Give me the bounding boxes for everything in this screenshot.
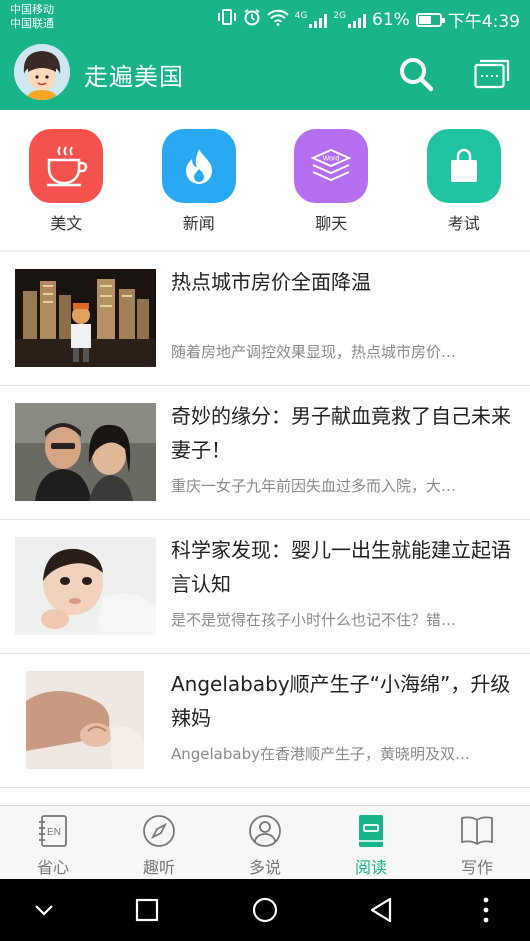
article-list: 热点城市房价全面降温 随着房地产调控效果显现，热点城市房价… 奇妙的缘分：男子献… bbox=[0, 252, 530, 788]
more-button[interactable] bbox=[470, 894, 502, 926]
article-title: 科学家发现：婴儿一出生就能建立起语言认知 bbox=[171, 538, 511, 596]
article-title: Angelababy顺产生子“小海绵”，升级辣妈 bbox=[171, 672, 511, 730]
category-row: 美文 新闻 Word 聊天 考试 bbox=[0, 110, 530, 250]
coffee-cup-icon bbox=[47, 146, 88, 187]
back-button[interactable] bbox=[366, 894, 398, 926]
flame-icon bbox=[185, 149, 212, 184]
article-title: 奇妙的缘分：男子献血竟救了自己未来妻子！ bbox=[171, 404, 511, 462]
nav-label: 趣听 bbox=[142, 858, 175, 877]
article-thumbnail-baby bbox=[15, 537, 156, 635]
status-bar: 中国移动 中国联通 4G 2G 61% 下午4:39 bbox=[0, 0, 530, 35]
avatar[interactable] bbox=[14, 44, 70, 100]
article-summary: Angelababy在香港顺产生子，黄晓明及双… bbox=[171, 745, 470, 763]
nav-label: 多说 bbox=[248, 858, 281, 877]
home-button[interactable] bbox=[249, 894, 281, 926]
search-icon bbox=[400, 58, 434, 92]
article-summary: 是不是觉得在孩子小时什么也记不住？错… bbox=[171, 611, 457, 629]
category-kaoshi[interactable]: 考试 bbox=[398, 110, 530, 250]
windows-button[interactable] bbox=[474, 59, 510, 89]
app-title: 走遍美国 bbox=[84, 63, 184, 91]
shopping-bag-icon bbox=[450, 148, 477, 182]
category-label: 考试 bbox=[447, 214, 480, 233]
home-icon bbox=[252, 897, 278, 923]
system-nav-bar bbox=[0, 879, 530, 941]
battery-percent: 61% bbox=[372, 9, 410, 30]
carrier-1: 中国移动 bbox=[10, 3, 54, 16]
signal-2-icon bbox=[348, 12, 367, 28]
window-icon bbox=[474, 59, 510, 89]
person-icon bbox=[249, 815, 281, 847]
word-stack-icon: Word bbox=[310, 148, 352, 182]
article-item[interactable]: 科学家发现：婴儿一出生就能建立起语言认知 是不是觉得在孩子小时什么也记不住？错… bbox=[0, 520, 530, 654]
article-item[interactable]: Angelababy顺产生子“小海绵”，升级辣妈 Angelababy在香港顺产… bbox=[0, 654, 530, 788]
alarm-icon bbox=[243, 8, 261, 31]
nav-item-xiezuo[interactable]: 写作 bbox=[424, 806, 530, 880]
battery-icon bbox=[415, 12, 445, 27]
more-icon bbox=[483, 897, 489, 923]
carrier-2: 中国联通 bbox=[10, 17, 54, 30]
category-icon-box bbox=[29, 129, 103, 203]
article-item[interactable]: 奇妙的缘分：男子献血竟救了自己未来妻子！ 重庆一女子九年前因失血过多而入院，大… bbox=[0, 386, 530, 520]
nav-item-shengxin[interactable]: EN 省心 bbox=[0, 806, 106, 880]
nav-label: 省心 bbox=[36, 858, 69, 877]
collapse-icon bbox=[35, 905, 53, 916]
category-label: 新闻 bbox=[182, 214, 215, 233]
nav-item-quting[interactable]: 趣听 bbox=[106, 806, 212, 880]
category-xinwen[interactable]: 新闻 bbox=[133, 110, 266, 250]
category-icon-box bbox=[426, 129, 501, 203]
collapse-button[interactable] bbox=[28, 894, 60, 926]
vibrate-icon bbox=[217, 8, 237, 31]
article-thumbnail-city bbox=[15, 269, 156, 367]
network-type-2: 2G bbox=[333, 10, 347, 21]
recents-icon bbox=[135, 898, 159, 922]
svg-text:EN: EN bbox=[47, 827, 61, 838]
nav-label: 写作 bbox=[460, 858, 493, 877]
book-icon bbox=[359, 815, 383, 847]
recents-button[interactable] bbox=[131, 894, 163, 926]
nav-item-duoshuo[interactable]: 多说 bbox=[212, 806, 318, 880]
open-book-icon bbox=[461, 816, 493, 846]
clock: 下午4:39 bbox=[447, 12, 520, 32]
article-item[interactable]: 热点城市房价全面降温 随着房地产调控效果显现，热点城市房价… bbox=[0, 252, 530, 386]
article-summary: 重庆一女子九年前因失血过多而入院，大… bbox=[171, 477, 457, 495]
app-bar: 走遍美国 bbox=[0, 35, 530, 110]
article-thumbnail-hand bbox=[26, 671, 144, 769]
nav-item-yuedu[interactable]: 阅读 bbox=[318, 806, 424, 880]
word-icon-text: Word bbox=[323, 156, 340, 163]
search-button[interactable] bbox=[397, 55, 435, 93]
category-meiwen[interactable]: 美文 bbox=[0, 110, 133, 250]
network-type-1: 4G bbox=[294, 10, 308, 21]
signal-1-icon bbox=[309, 12, 328, 28]
en-notebook-icon: EN bbox=[39, 815, 67, 847]
compass-icon bbox=[143, 815, 175, 847]
carriers: 中国移动 中国联通 bbox=[10, 3, 54, 31]
article-summary: 随着房地产调控效果显现，热点城市房价… bbox=[171, 343, 457, 361]
status-icons: 4G 2G 61% 下午4:39 bbox=[217, 7, 520, 32]
article-thumbnail-couple bbox=[15, 403, 156, 501]
back-icon bbox=[370, 897, 392, 923]
battery-level bbox=[418, 15, 431, 24]
bottom-nav: EN 省心 趣听 多说 阅读 写作 bbox=[0, 805, 530, 879]
category-icon-box: Word bbox=[294, 129, 368, 203]
wifi-icon bbox=[266, 9, 289, 31]
category-liaotian[interactable]: Word 聊天 bbox=[265, 110, 398, 250]
article-title: 热点城市房价全面降温 bbox=[171, 270, 371, 294]
category-label: 聊天 bbox=[315, 214, 348, 233]
category-icon-box bbox=[161, 129, 236, 203]
category-label: 美文 bbox=[50, 214, 83, 233]
nav-label: 阅读 bbox=[354, 858, 387, 877]
